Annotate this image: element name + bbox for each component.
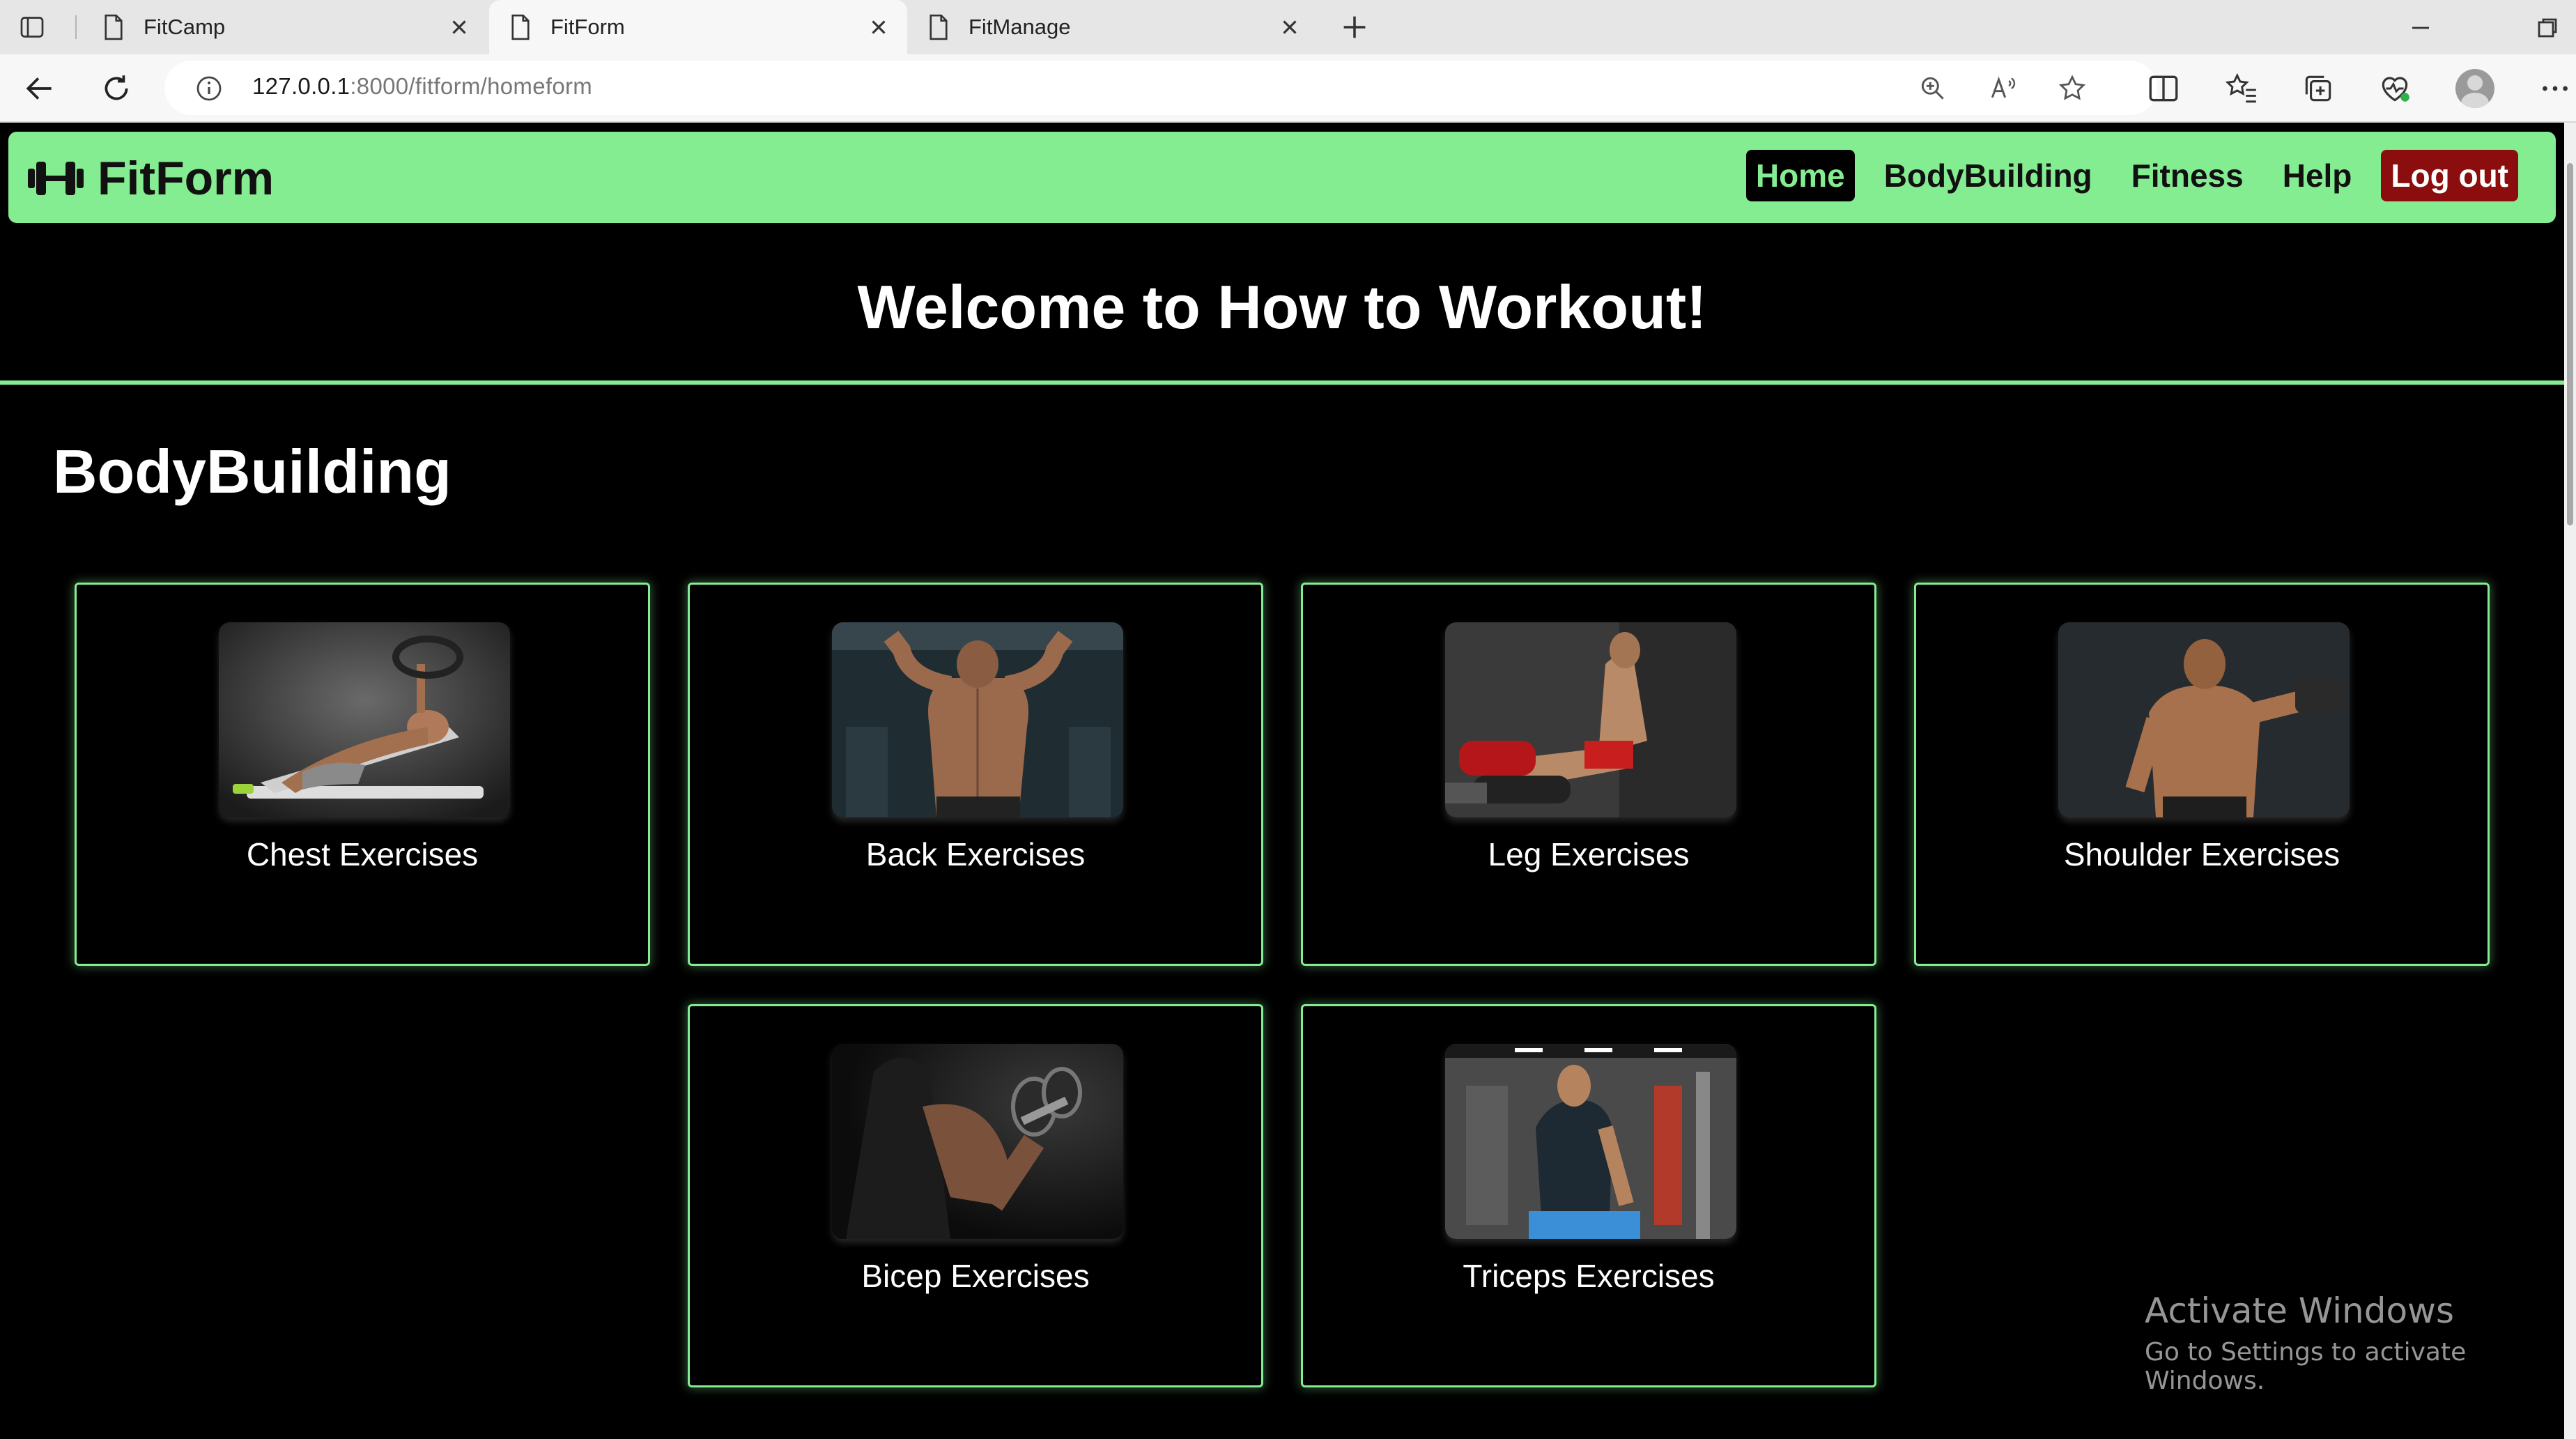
windows-activation-watermark: Activate Windows Go to Settings to activ… (2145, 1291, 2564, 1395)
card-triceps-exercises[interactable]: Triceps Exercises (1301, 1004, 1876, 1387)
close-icon[interactable] (1278, 15, 1302, 39)
page-content: FitForm Home BodyBuilding Fitness Help L… (0, 123, 2564, 1439)
collections-icon[interactable] (2301, 71, 2336, 106)
shoulder-exercise-photo (2058, 622, 2350, 817)
watermark-subtitle: Go to Settings to activate Windows. (2145, 1338, 2467, 1395)
tab-title: FitForm (550, 15, 625, 39)
page-title: Welcome to How to Workout! (857, 272, 1707, 341)
nav-help[interactable]: Help (2273, 150, 2362, 201)
url-host: 127.0.0.1 (252, 73, 350, 99)
tab-fitcamp[interactable]: FitCamp (82, 0, 488, 54)
split-screen-icon[interactable] (2146, 71, 2181, 106)
card-label: Bicep Exercises (861, 1258, 1090, 1294)
chest-exercise-photo (219, 622, 510, 817)
divider (0, 380, 2564, 385)
nav-fitness[interactable]: Fitness (2122, 150, 2253, 201)
favorite-star-icon[interactable] (2057, 73, 2088, 104)
close-icon[interactable] (447, 15, 471, 39)
tab-title: FitCamp (144, 15, 226, 39)
bicep-exercise-photo (832, 1044, 1123, 1239)
card-label: Shoulder Exercises (2063, 836, 2340, 872)
address-bar: 127.0.0.1:8000/fitform/homeform (0, 54, 2576, 123)
card-bicep-exercises[interactable]: Bicep Exercises (688, 1004, 1263, 1387)
watermark-title: Activate Windows (2145, 1291, 2454, 1331)
page-scrollbar[interactable] (2564, 123, 2576, 1439)
card-back-exercises[interactable]: Back Exercises (688, 583, 1263, 966)
favorites-icon[interactable] (2224, 71, 2259, 106)
tab-separator (75, 15, 77, 39)
tab-fitmanage[interactable]: FitManage (907, 0, 1318, 54)
document-icon (511, 14, 530, 40)
profile-avatar[interactable] (2455, 69, 2494, 108)
document-icon (105, 14, 123, 40)
logout-button[interactable]: Log out (2381, 150, 2518, 201)
card-chest-exercises[interactable]: Chest Exercises (75, 583, 650, 966)
tab-title: FitManage (969, 15, 1071, 39)
zoom-icon[interactable] (1918, 73, 1948, 104)
section-title: BodyBuilding (53, 437, 452, 506)
reload-icon[interactable] (99, 71, 134, 106)
tab-strip: FitCamp FitForm FitManage (0, 0, 2576, 54)
url-path: :8000/fitform/homeform (350, 73, 593, 99)
card-label: Leg Exercises (1488, 836, 1690, 872)
triceps-exercise-photo (1445, 1044, 1736, 1239)
brand-logo[interactable]: FitForm (26, 151, 274, 206)
dumbbell-icon (28, 162, 84, 195)
url-input[interactable]: 127.0.0.1:8000/fitform/homeform (164, 61, 2157, 115)
info-icon[interactable] (195, 75, 223, 102)
tab-fitform[interactable]: FitForm (489, 0, 907, 54)
card-leg-exercises[interactable]: Leg Exercises (1301, 583, 1876, 966)
restore-icon[interactable] (2533, 14, 2561, 42)
close-icon[interactable] (867, 15, 890, 39)
back-arrow-icon[interactable] (22, 71, 57, 106)
url-text: 127.0.0.1:8000/fitform/homeform (252, 73, 592, 100)
more-icon[interactable] (2538, 71, 2573, 106)
nav-bodybuilding[interactable]: BodyBuilding (1874, 150, 2102, 201)
card-label: Chest Exercises (246, 836, 479, 872)
brand-name: FitForm (98, 152, 275, 205)
card-shoulder-exercises[interactable]: Shoulder Exercises (1914, 583, 2490, 966)
card-label: Back Exercises (865, 836, 1086, 872)
browser-essentials-icon[interactable] (2377, 71, 2412, 106)
card-label: Triceps Exercises (1463, 1258, 1715, 1294)
minimize-icon[interactable] (2407, 14, 2435, 42)
sidebar-toggle-icon[interactable] (17, 12, 47, 43)
nav-links: Home BodyBuilding Fitness Help Log out (1727, 150, 2518, 201)
plus-icon[interactable] (1339, 12, 1370, 43)
back-exercise-photo (832, 622, 1123, 817)
scrollbar-thumb[interactable] (2567, 163, 2573, 525)
site-navbar: FitForm Home BodyBuilding Fitness Help L… (8, 132, 2556, 223)
document-icon (930, 14, 948, 40)
read-aloud-icon[interactable] (1987, 73, 2018, 104)
leg-exercise-photo (1445, 622, 1736, 817)
nav-home[interactable]: Home (1745, 150, 1855, 201)
